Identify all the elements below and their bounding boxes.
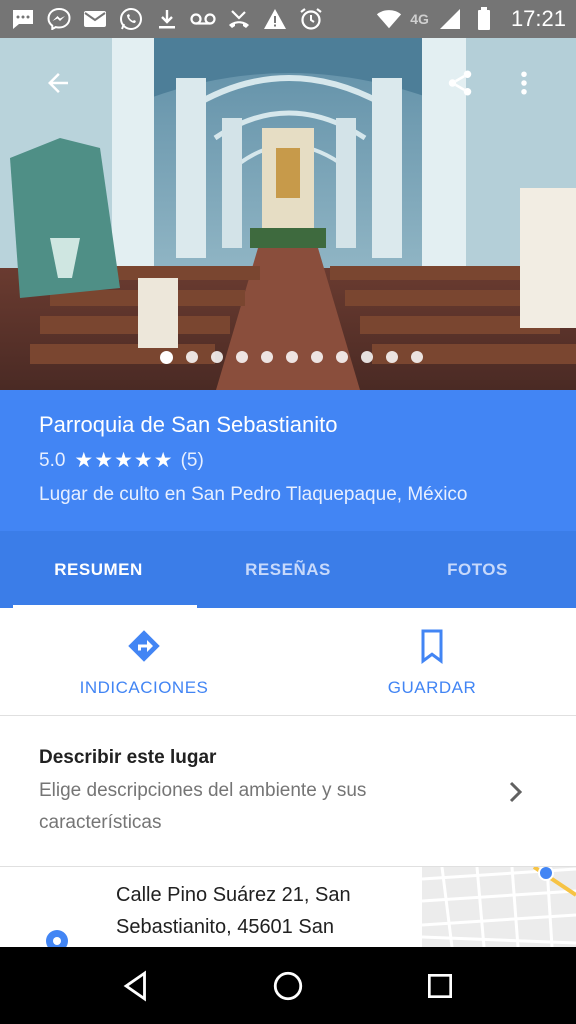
system-navigation-bar <box>0 947 576 1024</box>
carousel-dot[interactable] <box>285 351 298 363</box>
carousel-dot[interactable] <box>260 351 273 363</box>
nav-back-icon <box>123 970 146 1001</box>
clock: 17:21 <box>510 6 566 31</box>
map-thumbnail[interactable] <box>421 867 576 947</box>
carousel-dot[interactable] <box>159 351 173 364</box>
download-icon <box>154 8 180 30</box>
directions-icon <box>128 630 160 662</box>
warning-icon <box>262 8 288 30</box>
place-photo-carousel[interactable] <box>0 38 576 390</box>
recents-nav-button[interactable] <box>410 956 470 1016</box>
place-rating[interactable]: 5.0 ★★★★★ (5) <box>39 448 576 473</box>
place-title: Parroquia de San Sebastianito <box>39 412 338 437</box>
church-interior-photo <box>0 38 576 390</box>
rating-value: 5.0 <box>39 449 66 471</box>
chevron-right-icon <box>509 781 523 803</box>
carousel-dot[interactable] <box>185 351 198 363</box>
whatsapp-icon <box>118 8 144 30</box>
nav-recents-icon <box>428 973 452 998</box>
tab-label: RESUMEN <box>54 559 143 579</box>
tab-fotos[interactable]: FOTOS <box>379 531 576 608</box>
describe-place-row[interactable]: Describir este lugar Elige descripciones… <box>0 717 576 867</box>
bookmark-icon <box>421 629 443 664</box>
describe-text: Elige descripciones del ambiente y sus c… <box>39 780 367 833</box>
directions-label: INDICACIONES <box>79 678 209 697</box>
carousel-dot[interactable] <box>335 351 348 363</box>
save-label: GUARDAR <box>387 678 477 697</box>
directions-button[interactable]: INDICACIONES <box>0 608 288 715</box>
arrow-back-icon <box>48 73 68 93</box>
status-bar: 4G 17:21 <box>0 0 576 38</box>
voicemail-icon <box>190 8 216 30</box>
messages-icon <box>10 8 36 30</box>
carousel-indicator[interactable] <box>0 351 576 364</box>
carousel-dot[interactable] <box>210 351 223 363</box>
alarm-icon <box>298 8 324 30</box>
missed-call-icon <box>226 8 252 30</box>
tab-label: RESEÑAS <box>245 559 331 579</box>
address-row[interactable]: Calle Pino Suárez 21, San Sebastianito, … <box>0 867 576 947</box>
nav-home-icon <box>273 971 303 1000</box>
back-nav-button[interactable] <box>106 956 166 1016</box>
rating-stars: ★★★★★ <box>74 449 174 472</box>
email-icon <box>82 8 108 30</box>
place-category: Lugar de culto en San Pedro Tlaquepaque,… <box>39 484 468 505</box>
more-options-button[interactable] <box>500 59 548 107</box>
carousel-dot[interactable] <box>310 351 323 363</box>
map-streets <box>421 867 576 947</box>
place-tabs: RESUMEN RESEÑAS FOTOS <box>0 531 576 608</box>
location-pin-icon <box>46 930 68 947</box>
messenger-icon <box>46 8 72 30</box>
wifi-icon <box>376 8 402 30</box>
tab-resumen[interactable]: RESUMEN <box>0 531 197 608</box>
carousel-dot[interactable] <box>385 351 398 363</box>
place-header: Parroquia de San Sebastianito 5.0 ★★★★★ … <box>0 390 576 531</box>
save-button[interactable]: GUARDAR <box>288 608 576 715</box>
network-type: 4G <box>410 11 429 27</box>
action-buttons: INDICACIONES GUARDAR <box>0 608 576 716</box>
home-nav-button[interactable] <box>258 956 318 1016</box>
describe-title: Describir este lugar <box>39 747 217 768</box>
battery-icon <box>471 7 497 30</box>
review-count: (5) <box>180 449 204 471</box>
carousel-dot[interactable] <box>235 351 248 363</box>
share-icon <box>448 70 472 96</box>
more-vert-icon <box>521 71 527 95</box>
carousel-dot[interactable] <box>410 351 423 363</box>
back-button[interactable] <box>34 59 82 107</box>
share-button[interactable] <box>436 59 484 107</box>
address-text: Calle Pino Suárez 21, San Sebastianito, … <box>116 884 351 938</box>
tab-resenas[interactable]: RESEÑAS <box>197 531 379 608</box>
carousel-dot[interactable] <box>360 351 373 363</box>
signal-icon <box>437 8 463 30</box>
tab-label: FOTOS <box>447 559 508 579</box>
